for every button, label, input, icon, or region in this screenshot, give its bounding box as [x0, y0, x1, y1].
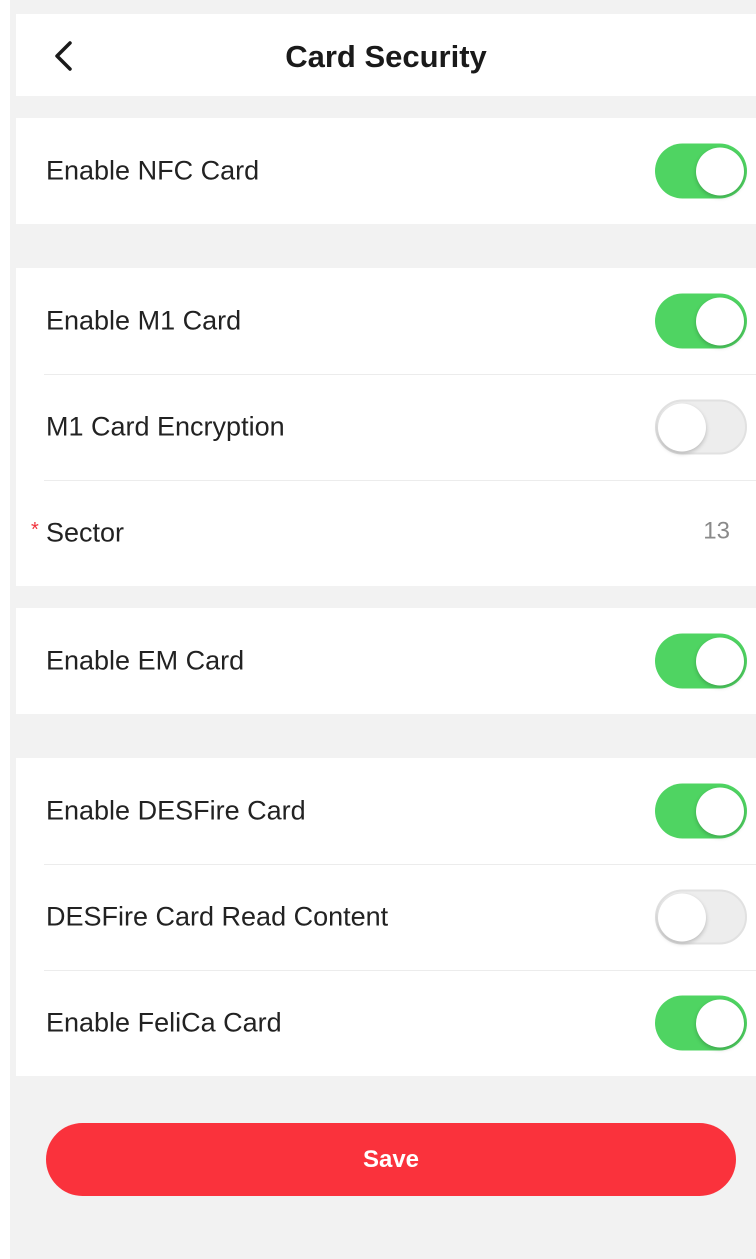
row-enable-desfire-card: Enable DESFire Card	[16, 758, 756, 864]
required-star: *	[31, 519, 39, 542]
desfire-card-read-content-label: DESFire Card Read Content	[46, 901, 389, 932]
m1-card-encryption-label: M1 Card Encryption	[46, 411, 285, 442]
enable-m1-card-label: Enable M1 Card	[46, 305, 242, 336]
enable-desfire-card-label: Enable DESFire Card	[46, 795, 306, 826]
row-sector[interactable]: * Sector 13	[16, 480, 756, 586]
toggle-knob	[696, 147, 744, 195]
enable-nfc-card-toggle[interactable]	[655, 143, 747, 199]
row-enable-felica-card: Enable FeliCa Card	[16, 970, 756, 1076]
enable-desfire-card-toggle[interactable]	[655, 783, 747, 839]
toggle-knob	[696, 297, 744, 345]
m1-card-encryption-toggle[interactable]	[655, 399, 747, 455]
row-m1-card-encryption: M1 Card Encryption	[16, 374, 756, 480]
enable-felica-card-label: Enable FeliCa Card	[46, 1007, 282, 1038]
enable-nfc-card-label: Enable NFC Card	[46, 155, 260, 186]
header-bar: Card Security	[16, 14, 756, 96]
row-desfire-card-read-content: DESFire Card Read Content	[16, 864, 756, 970]
desfire-card-read-content-toggle[interactable]	[655, 889, 747, 945]
enable-em-card-toggle[interactable]	[655, 633, 747, 689]
desfire-felica-section: Enable DESFire Card DESFire Card Read Co…	[16, 758, 756, 1076]
row-enable-nfc-card: Enable NFC Card	[16, 118, 756, 224]
enable-felica-card-toggle[interactable]	[655, 995, 747, 1051]
toggle-knob	[696, 787, 744, 835]
toggle-knob	[658, 403, 706, 451]
card-security-screen: Card Security Enable NFC Card Enable M1 …	[10, 0, 756, 1259]
row-enable-em-card: Enable EM Card	[16, 608, 756, 714]
save-button[interactable]: Save	[46, 1123, 736, 1196]
toggle-knob	[658, 893, 706, 941]
nfc-section: Enable NFC Card	[16, 118, 756, 224]
toggle-knob	[696, 637, 744, 685]
enable-em-card-label: Enable EM Card	[46, 645, 245, 676]
row-enable-m1-card: Enable M1 Card	[16, 268, 756, 374]
page-title: Card Security	[285, 39, 487, 74]
sector-value[interactable]: 13	[703, 518, 730, 546]
enable-m1-card-toggle[interactable]	[655, 293, 747, 349]
toggle-knob	[696, 999, 744, 1047]
sector-label: Sector	[46, 517, 125, 548]
m1-section: Enable M1 Card M1 Card Encryption * Sect…	[16, 268, 756, 586]
em-section: Enable EM Card	[16, 608, 756, 714]
